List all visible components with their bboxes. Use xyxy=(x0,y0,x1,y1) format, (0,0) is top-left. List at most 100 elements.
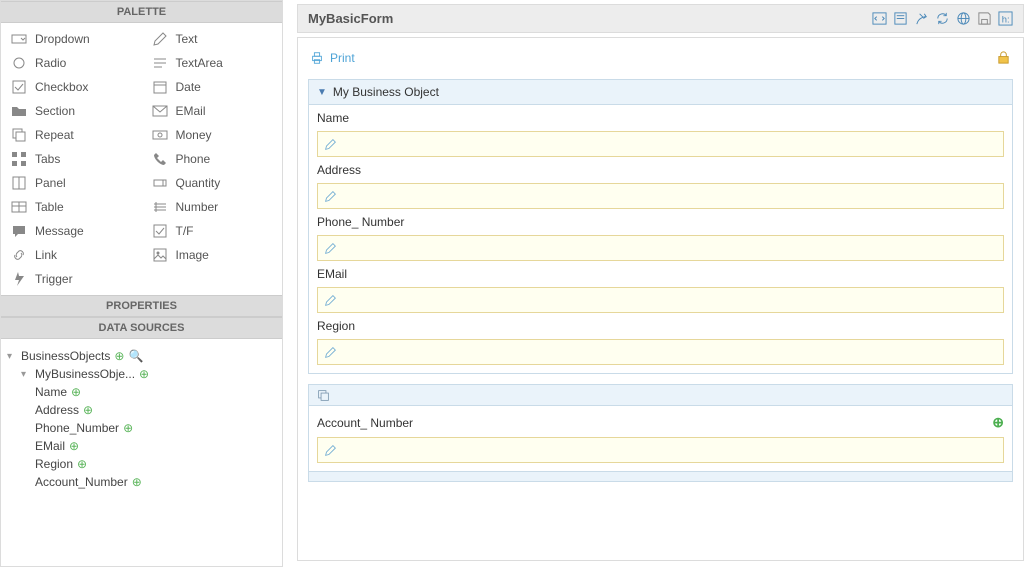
tree-label: Phone_Number xyxy=(35,421,119,435)
repeat-icon xyxy=(11,127,27,143)
tree-node-object[interactable]: ▾ MyBusinessObje... ⊕ xyxy=(7,365,276,383)
palette-item-label: Panel xyxy=(35,176,66,190)
palette-item-label: Money xyxy=(176,128,212,142)
add-icon[interactable]: ⊕ xyxy=(71,385,81,399)
tree-label: EMail xyxy=(35,439,65,453)
palette-item-label: Link xyxy=(35,248,57,262)
palette-item-message[interactable]: Message xyxy=(1,219,142,243)
palette-item-label: Section xyxy=(35,104,75,118)
svg-text:h:: h: xyxy=(1002,14,1010,24)
print-row: Print xyxy=(308,50,1013,69)
palette-item-radio[interactable]: Radio xyxy=(1,51,142,75)
palette-item-number[interactable]: Number xyxy=(142,195,283,219)
palette-item-image[interactable]: Image xyxy=(142,243,283,267)
add-row-icon[interactable]: ⊕ xyxy=(992,414,1004,431)
field-input-name[interactable] xyxy=(317,131,1004,157)
edit-icon xyxy=(324,138,337,151)
add-icon[interactable]: ⊕ xyxy=(132,475,142,489)
lines-icon xyxy=(152,55,168,71)
edit-icon xyxy=(324,444,337,457)
palette-item-tf[interactable]: T/F xyxy=(142,219,283,243)
dropdown-icon xyxy=(11,31,27,47)
number-icon xyxy=(152,199,168,215)
field-input-email[interactable] xyxy=(317,287,1004,313)
palette-item-text[interactable]: Text xyxy=(142,27,283,51)
tree-node-field[interactable]: Account_Number⊕ xyxy=(7,473,276,491)
money-icon xyxy=(152,127,168,143)
tree-node-field[interactable]: Address⊕ xyxy=(7,401,276,419)
edit-icon xyxy=(324,190,337,203)
edit-icon xyxy=(324,294,337,307)
repeat-header[interactable] xyxy=(308,384,1013,406)
add-icon[interactable]: ⊕ xyxy=(139,367,149,381)
lock-icon[interactable] xyxy=(996,50,1011,65)
palette-item-textarea[interactable]: TextArea xyxy=(142,51,283,75)
form-title: MyBasicForm xyxy=(308,11,393,26)
palette-item-checkbox[interactable]: Checkbox xyxy=(1,75,142,99)
field-input-account[interactable] xyxy=(317,437,1004,463)
link-icon xyxy=(11,247,27,263)
properties-header[interactable]: PROPERTIES xyxy=(1,295,282,317)
tree-label: Region xyxy=(35,457,73,471)
business-object-section: ▼ My Business Object Name Address Phone_… xyxy=(308,79,1013,374)
add-icon[interactable]: ⊕ xyxy=(83,403,93,417)
palette-item-label: T/F xyxy=(176,224,194,238)
folder-icon xyxy=(11,103,27,119)
palette-item-date[interactable]: Date xyxy=(142,75,283,99)
palette-item-dropdown[interactable]: Dropdown xyxy=(1,27,142,51)
trigger-icon xyxy=(11,271,27,287)
globe-icon[interactable] xyxy=(956,11,971,26)
palette-item-label: Table xyxy=(35,200,64,214)
palette-item-label: Dropdown xyxy=(35,32,90,46)
field-input-region[interactable] xyxy=(317,339,1004,365)
datasources-header[interactable]: DATA SOURCES xyxy=(1,317,282,339)
field-label-region: Region xyxy=(317,319,1004,333)
image-icon xyxy=(152,247,168,263)
palette-item-section[interactable]: Section xyxy=(1,99,142,123)
section-header[interactable]: ▼ My Business Object xyxy=(309,80,1012,105)
help-icon[interactable]: h: xyxy=(998,11,1013,26)
refresh-icon[interactable] xyxy=(935,11,950,26)
palette-item-table[interactable]: Table xyxy=(1,195,142,219)
section-title: My Business Object xyxy=(333,85,439,99)
palette-item-email[interactable]: EMail xyxy=(142,99,283,123)
pencil-icon xyxy=(152,31,168,47)
tree-node-field[interactable]: Region ⊕ xyxy=(7,455,276,473)
palette-item-repeat[interactable]: Repeat xyxy=(1,123,142,147)
print-label: Print xyxy=(330,51,355,65)
form-canvas: Print ▼ My Business Object Name Address … xyxy=(297,37,1024,561)
collapse-icon[interactable]: ▾ xyxy=(21,369,31,380)
add-icon[interactable]: ⊕ xyxy=(123,421,133,435)
add-icon[interactable]: ⊕ xyxy=(114,349,124,363)
palette-item-link[interactable]: Link xyxy=(1,243,142,267)
run-icon[interactable] xyxy=(914,11,929,26)
add-icon[interactable]: ⊕ xyxy=(77,457,87,471)
collapse-icon[interactable]: ▾ xyxy=(7,351,17,362)
search-icon[interactable]: 🔍 xyxy=(128,349,143,363)
palette-item-trigger[interactable]: Trigger xyxy=(1,267,142,291)
left-panel: PALETTE Dropdown Radio Checkbox Section … xyxy=(0,0,283,567)
palette-item-tabs[interactable]: Tabs xyxy=(1,147,142,171)
palette-item-panel[interactable]: Panel xyxy=(1,171,142,195)
repeat-footer xyxy=(308,472,1013,482)
add-icon[interactable]: ⊕ xyxy=(69,439,79,453)
field-input-phone[interactable] xyxy=(317,235,1004,261)
palette-item-label: Trigger xyxy=(35,272,73,286)
tree-node-root[interactable]: ▾ BusinessObjects ⊕ 🔍 xyxy=(7,347,276,365)
tree-node-field[interactable]: Name⊕ xyxy=(7,383,276,401)
save-icon[interactable] xyxy=(977,11,992,26)
tree-node-field[interactable]: EMail ⊕ xyxy=(7,437,276,455)
palette-item-quantity[interactable]: Quantity xyxy=(142,171,283,195)
palette-col-1: Dropdown Radio Checkbox Section Repeat T… xyxy=(1,27,142,291)
palette-item-money[interactable]: Money xyxy=(142,123,283,147)
checkbox-icon xyxy=(11,79,27,95)
code-icon[interactable] xyxy=(872,11,887,26)
tree-node-field[interactable]: Phone_Number ⊕ xyxy=(7,419,276,437)
field-label-email: EMail xyxy=(317,267,1004,281)
field-input-address[interactable] xyxy=(317,183,1004,209)
palette-item-phone[interactable]: Phone xyxy=(142,147,283,171)
print-link[interactable]: Print xyxy=(310,51,355,65)
form-icon[interactable] xyxy=(893,11,908,26)
edit-icon xyxy=(324,242,337,255)
palette-item-label: Number xyxy=(176,200,219,214)
